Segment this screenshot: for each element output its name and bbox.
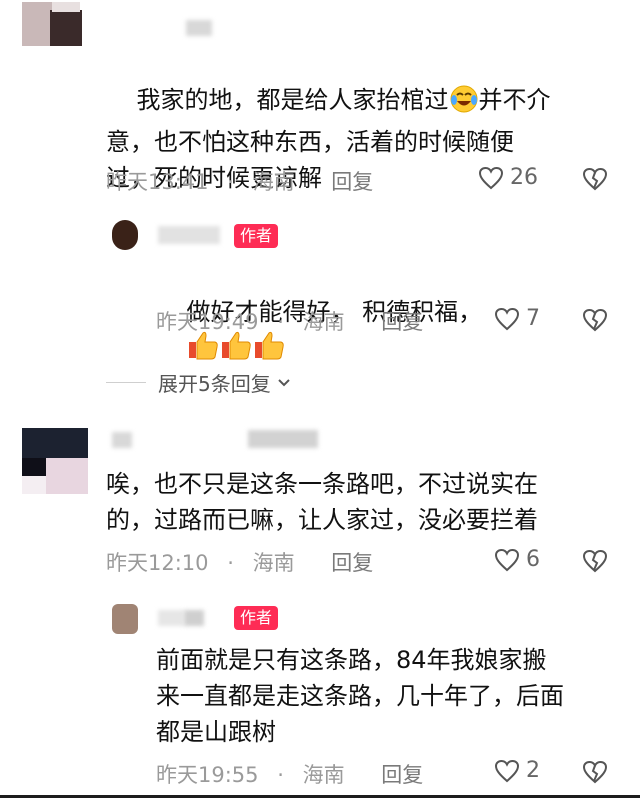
username-blurred[interactable] — [158, 610, 184, 626]
like-button[interactable]: 7 — [494, 306, 540, 331]
heart-icon — [494, 759, 520, 782]
divider-line — [106, 382, 146, 383]
timestamp: 昨天12:10 — [106, 551, 209, 575]
expand-replies-label: 展开5条回复 — [158, 372, 271, 396]
timestamp: 昨天19:49 — [156, 310, 259, 334]
author-badge: 作者 — [234, 224, 279, 248]
avatar[interactable] — [22, 428, 88, 494]
heart-icon — [478, 166, 504, 189]
dislike-button[interactable] — [582, 308, 608, 336]
location: 海南 — [252, 170, 295, 194]
heart-icon — [494, 307, 520, 330]
like-count: 6 — [526, 547, 540, 572]
broken-heart-icon — [582, 167, 608, 191]
expand-replies-button[interactable]: 展开5条回复 — [106, 368, 293, 397]
crying-laughing-emoji-icon — [449, 84, 479, 124]
username-blurred[interactable] — [248, 430, 318, 448]
broken-heart-icon — [582, 308, 608, 332]
like-button[interactable]: 6 — [494, 547, 540, 572]
reply-button[interactable]: 回复 — [331, 166, 373, 196]
avatar[interactable] — [22, 2, 82, 46]
reply-button[interactable]: 回复 — [381, 306, 423, 336]
comment-meta: 昨天12:10 · 海南 回复 — [106, 547, 373, 577]
separator: · — [277, 310, 284, 334]
separator: · — [277, 763, 284, 787]
broken-heart-icon — [582, 549, 608, 573]
author-avatar[interactable] — [112, 604, 138, 634]
reply-meta: 昨天19:55 · 海南 回复 — [156, 759, 423, 789]
location: 海南 — [302, 310, 345, 334]
username-blurred[interactable] — [112, 432, 132, 448]
username-blurred[interactable] — [184, 610, 204, 626]
like-count: 26 — [510, 165, 538, 190]
like-count: 7 — [526, 306, 540, 331]
like-button[interactable]: 26 — [478, 165, 538, 190]
comment-meta: 昨天13:41 · 海南 回复 — [106, 166, 373, 196]
reply-text: 前面就是只有这条路，84年我娘家搬 来一直都是走这条路，几十年了，后面 都是山跟… — [156, 646, 564, 746]
location: 海南 — [302, 763, 345, 787]
author-avatar[interactable] — [112, 220, 138, 250]
reply-meta: 昨天19:49 · 海南 回复 — [156, 306, 423, 336]
timestamp: 昨天19:55 — [156, 763, 259, 787]
heart-icon — [494, 548, 520, 571]
reply-button[interactable]: 回复 — [381, 759, 423, 789]
chevron-down-icon — [278, 378, 290, 386]
dislike-button[interactable] — [582, 167, 608, 195]
dislike-button[interactable] — [582, 549, 608, 577]
dislike-button[interactable] — [582, 760, 608, 788]
username-blurred[interactable] — [158, 226, 220, 244]
broken-heart-icon — [582, 760, 608, 784]
comment-text: 我家的地，都是给人家抬棺过 并不介 意，也不怕这种东西，活着的时候随便 过，死的时… — [106, 84, 551, 192]
timestamp: 昨天13:41 — [106, 170, 209, 194]
separator: · — [227, 170, 234, 194]
like-count: 2 — [526, 758, 540, 783]
thumbs-up-icon — [187, 330, 287, 372]
username-blurred[interactable] — [186, 20, 212, 36]
comment-text: 唉，也不只是这条一条路吧，不过说实在 的，过路而已嘛，让人家过，没必要拦着 — [106, 470, 538, 534]
separator: · — [227, 551, 234, 575]
reply-button[interactable]: 回复 — [331, 547, 373, 577]
like-button[interactable]: 2 — [494, 758, 540, 783]
location: 海南 — [252, 551, 295, 575]
author-badge: 作者 — [234, 606, 279, 630]
